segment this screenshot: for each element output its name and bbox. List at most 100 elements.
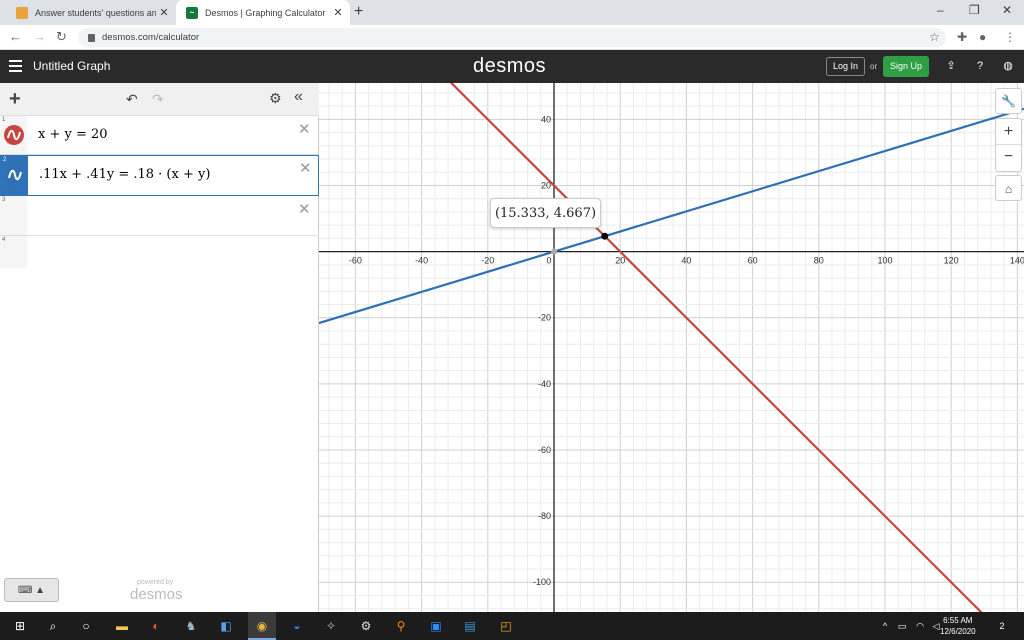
- browser-tab-bar: Answer students' questions and ✕ ~ Desmo…: [0, 0, 1024, 25]
- defender-icon[interactable]: ♞: [182, 617, 200, 635]
- y-tick-label: -100: [533, 577, 551, 587]
- zoom-in-icon[interactable]: +: [996, 119, 1021, 145]
- x-tick-label: 140: [1010, 256, 1024, 266]
- hamburger-menu-icon[interactable]: [9, 60, 22, 72]
- clock-date: 12/6/2020: [940, 627, 976, 636]
- x-tick-label: 100: [877, 256, 892, 266]
- extensions-icon[interactable]: ✚: [957, 30, 967, 44]
- settings-app-icon[interactable]: ⚙: [357, 617, 375, 635]
- close-icon[interactable]: ✕: [330, 6, 346, 19]
- or-label: or: [870, 62, 878, 71]
- delete-expression-icon[interactable]: ✕: [299, 159, 312, 177]
- forward-icon[interactable]: →: [33, 29, 46, 44]
- x-tick-label: 20: [615, 256, 625, 266]
- x-tick-label: 0: [546, 256, 551, 266]
- chegg-favicon-icon: [16, 6, 28, 19]
- y-tick-label: -60: [538, 445, 551, 455]
- chevron-up-icon[interactable]: ^: [876, 617, 894, 635]
- expression-math[interactable]: x + y = 20: [38, 127, 108, 142]
- expression-list: + ↶ ↷ ⚙ « 1 x + y = 20 ✕ 2 .11x + .41y =…: [0, 83, 319, 612]
- tab-answer-students[interactable]: Answer students' questions and ✕: [6, 0, 176, 25]
- menu-dots-icon[interactable]: ⋮: [1004, 30, 1016, 44]
- expression-number: 2: [3, 157, 7, 163]
- tab-title: Desmos | Graphing Calculator: [205, 7, 326, 18]
- close-icon[interactable]: ✕: [156, 6, 172, 19]
- signup-button[interactable]: Sign Up: [883, 56, 930, 77]
- chrome-icon[interactable]: ◉: [253, 617, 271, 635]
- desmos-favicon-icon: ~: [186, 6, 198, 19]
- intersection-label[interactable]: (15.333, 4.667): [490, 198, 601, 228]
- system-clock[interactable]: 6:55 AM 12/6/2020: [940, 615, 976, 637]
- profile-icon[interactable]: ●: [979, 30, 986, 44]
- login-button[interactable]: Log In: [826, 57, 866, 76]
- desmos-logo: desmos: [473, 55, 547, 77]
- task-view-icon[interactable]: ○: [77, 617, 95, 635]
- zoom-app-icon[interactable]: ▣: [427, 617, 445, 635]
- expression-math[interactable]: .11x + .41y = .18 · (x + y): [39, 167, 210, 182]
- ccleaner-icon[interactable]: ◐: [147, 617, 165, 635]
- expression-row-1[interactable]: 1 x + y = 20 ✕: [0, 116, 319, 155]
- collapse-list-icon[interactable]: «: [294, 88, 303, 106]
- reload-icon[interactable]: ↻: [56, 29, 67, 45]
- y-tick-label: -80: [538, 511, 551, 521]
- back-icon[interactable]: ←: [9, 29, 22, 44]
- undo-icon[interactable]: ↶: [126, 91, 138, 108]
- tab-desmos[interactable]: ~ Desmos | Graphing Calculator ✕: [176, 0, 350, 25]
- minimize-icon[interactable]: –: [937, 3, 944, 17]
- window-close-icon[interactable]: ✕: [1002, 3, 1012, 17]
- x-tick-label: 120: [944, 256, 959, 266]
- intersection-point: [601, 232, 609, 240]
- y-tick-label: 40: [541, 114, 551, 124]
- new-tab-icon[interactable]: +: [354, 3, 363, 21]
- powered-by-label: powered by: [137, 579, 174, 586]
- tools-icon[interactable]: ✧: [322, 617, 340, 635]
- y-tick-label: -40: [538, 379, 551, 389]
- zoom-out-icon[interactable]: −: [996, 145, 1021, 171]
- origin-point: [551, 248, 557, 255]
- lock-icon: [88, 33, 95, 42]
- redo-icon[interactable]: ↷: [152, 91, 164, 108]
- remote-desktop-icon[interactable]: ▤: [461, 617, 479, 635]
- windows-start-icon[interactable]: ⊞: [11, 617, 29, 635]
- graph-paper[interactable]: -60 -40 -20 0 20 40 60 80 100 120 140 40 20 -20 -40 -60…: [319, 83, 1024, 612]
- graph-canvas[interactable]: -60 -40 -20 0 20 40 60 80 100 120 1404020-20-40-60…: [319, 83, 1024, 612]
- x-tick-label: -40: [415, 256, 428, 266]
- x-tick-label: -20: [481, 256, 494, 266]
- bookmark-star-icon[interactable]: ☆: [929, 30, 940, 44]
- red-line-x-plus-y: [449, 83, 983, 612]
- magnifier-app-icon[interactable]: ⚲: [392, 617, 410, 635]
- file-explorer-icon[interactable]: ▬: [113, 617, 131, 635]
- expression-row-3[interactable]: 3 ✕: [0, 196, 319, 236]
- notifications-icon[interactable]: 2: [993, 617, 1011, 635]
- chegg-app-icon[interactable]: ◰: [497, 617, 515, 635]
- safari-compass-icon[interactable]: ◒: [288, 617, 306, 635]
- clock-time: 6:55 AM: [943, 616, 973, 625]
- address-bar[interactable]: desmos.com/calculator: [78, 28, 946, 47]
- blue-wave-toggle-icon[interactable]: [5, 165, 25, 185]
- expression-row-2[interactable]: 2 .11x + .41y = .18 · (x + y) ✕: [0, 155, 319, 196]
- expression-toolbar: + ↶ ↷ ⚙ «: [0, 83, 319, 116]
- x-tick-label: 60: [748, 256, 758, 266]
- delete-expression-icon[interactable]: ✕: [298, 120, 311, 138]
- keyboard-toggle-button[interactable]: ⌨ ▲: [4, 578, 59, 602]
- windows-taskbar: ⊞ ⌕ ○ ▬ ◐ ♞ ◧ ◉ ◒ ✧ ⚙ ⚲ ▣ ▤ ◰ ^ ▭ ◠ ◁ 6:…: [0, 612, 1024, 640]
- graph-settings-wrench-icon[interactable]: 🔧: [995, 88, 1022, 114]
- home-icon[interactable]: ⌂: [995, 175, 1022, 201]
- delete-expression-icon[interactable]: ✕: [298, 200, 311, 218]
- share-icon[interactable]: ⇪: [944, 59, 958, 73]
- search-icon[interactable]: ⌕: [44, 617, 62, 635]
- expression-gutter: 3: [0, 196, 27, 235]
- expression-gutter: 4: [0, 236, 27, 268]
- battery-icon[interactable]: ▭: [893, 617, 911, 635]
- x-tick-label: 40: [681, 256, 691, 266]
- graph-title[interactable]: Untitled Graph: [33, 59, 110, 73]
- language-globe-icon[interactable]: ◍: [1001, 59, 1015, 73]
- restore-icon[interactable]: ❐: [969, 3, 980, 17]
- red-wave-toggle-icon[interactable]: [4, 125, 24, 145]
- add-item-icon[interactable]: +: [9, 88, 21, 111]
- expression-row-4[interactable]: 4: [0, 236, 319, 268]
- store-icon[interactable]: ◧: [217, 617, 235, 635]
- help-icon[interactable]: ?: [973, 59, 987, 73]
- powered-by-logo: desmos: [130, 586, 183, 603]
- settings-gear-icon[interactable]: ⚙: [269, 90, 282, 107]
